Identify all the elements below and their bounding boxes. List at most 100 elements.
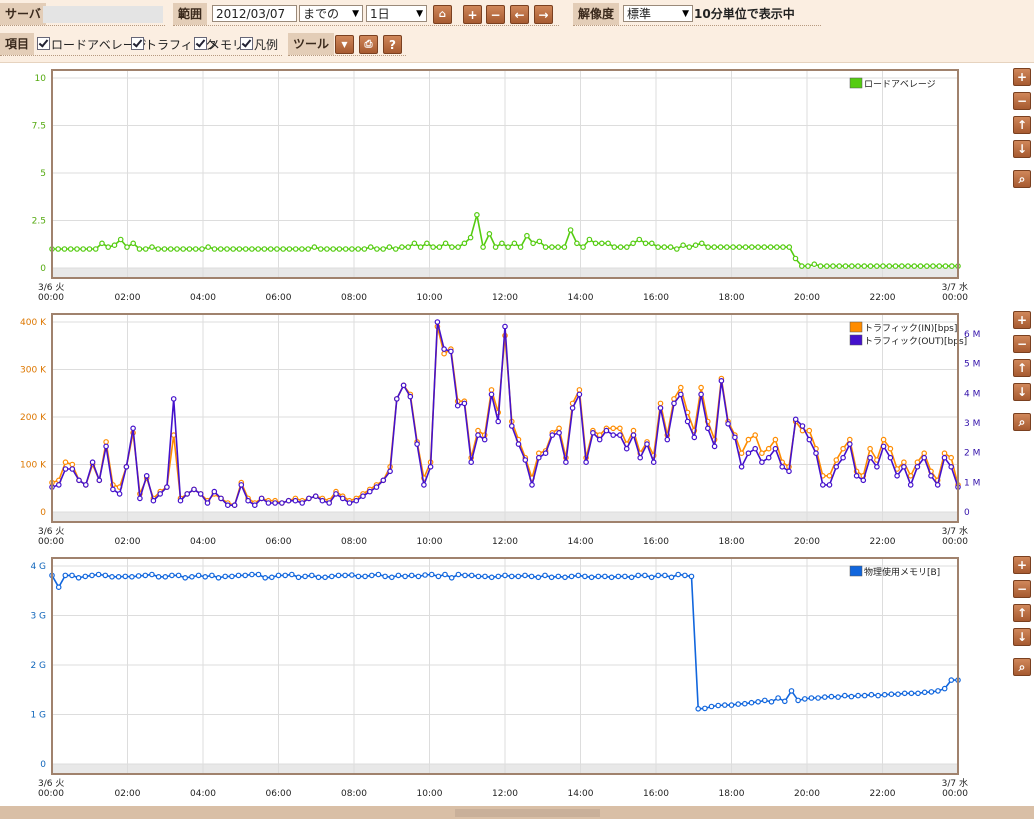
data-point (935, 688, 941, 694)
data-point (508, 423, 515, 429)
y2-tick-label: 5 M (964, 360, 980, 370)
data-point (745, 436, 752, 443)
help-button[interactable]: ? (383, 35, 402, 54)
minus-icon: − (490, 8, 501, 22)
data-point (488, 574, 495, 581)
arrow-down-side-button[interactable]: ↓ (1013, 383, 1031, 401)
data-point (795, 697, 801, 704)
data-point (704, 425, 711, 432)
arrow-up-side-button[interactable]: ↑ (1013, 359, 1031, 377)
tools-dropdown-button[interactable]: ▼ (335, 35, 354, 54)
data-point (502, 572, 508, 579)
data-point (880, 436, 887, 443)
x-tick-label: 22:00 (870, 293, 896, 303)
minus-side-button[interactable]: − (1013, 580, 1031, 598)
data-point (588, 574, 595, 581)
arrow-up-side-button[interactable]: ↑ (1013, 604, 1031, 622)
data-point (362, 573, 368, 580)
data-point (517, 244, 524, 250)
arrow-down-side-button[interactable]: ↓ (1013, 140, 1031, 158)
chevron-down-icon: ▼ (341, 40, 348, 49)
zoom-in-button[interactable]: + (463, 5, 482, 24)
data-point (495, 573, 502, 580)
plus-side-button[interactable]: + (1013, 68, 1031, 86)
y-tick-label: 10 (35, 74, 47, 84)
zoom-side-button[interactable]: ⌕ (1013, 658, 1031, 676)
checkbox-legend[interactable]: 凡例 (240, 37, 278, 53)
x-tick-label: 3/7 水 (942, 525, 968, 537)
data-point (605, 240, 611, 247)
data-point (123, 464, 130, 470)
span-select[interactable]: 1日 ▼ (366, 5, 427, 22)
x-tick-label: 00:00 (942, 789, 968, 799)
data-point (936, 263, 943, 269)
server-group: サーバ (0, 3, 165, 26)
data-point (387, 468, 393, 475)
load-average-chart[interactable]: 10 7.5 5 2.5 0 3/6 火 00:00 02:00 04:00 06:00 08:00… (0, 66, 1000, 308)
x-tick-label: 10:00 (417, 789, 443, 799)
data-point (222, 573, 229, 580)
arrow-up-side-button[interactable]: ↑ (1013, 116, 1031, 134)
zoom-out-button[interactable]: − (486, 5, 505, 24)
data-point (575, 572, 582, 579)
minus-icon: − (1016, 94, 1028, 108)
next-button[interactable]: → (534, 5, 553, 24)
data-point (948, 464, 955, 470)
data-point (615, 573, 622, 580)
data-point (556, 425, 562, 432)
data-point (735, 701, 742, 707)
plus-side-button[interactable]: + (1013, 556, 1031, 574)
data-point (292, 246, 299, 252)
legend-swatch (849, 565, 863, 577)
y-tick-label: 200 K (20, 413, 47, 423)
zoom-side-button[interactable]: ⌕ (1013, 170, 1031, 188)
arrow-down-side-button[interactable]: ↓ (1013, 628, 1031, 646)
data-point (887, 445, 894, 452)
data-point (342, 572, 348, 579)
data-point (894, 473, 900, 479)
data-point (326, 500, 333, 506)
data-point (738, 464, 745, 470)
server-name-redacted[interactable] (43, 6, 163, 23)
data-point (105, 244, 112, 250)
date-input[interactable]: 2012/03/07 (212, 5, 297, 22)
y2-tick-label: 3 M (964, 419, 980, 429)
data-point (76, 477, 82, 484)
data-point (75, 574, 82, 581)
x-tick-label: 00:00 (38, 537, 64, 547)
data-point (867, 263, 874, 269)
x-tick-label: 00:00 (38, 293, 64, 303)
data-point (705, 244, 711, 250)
memory-chart[interactable]: 4 G3 G2 G1 G 0 3/6 火 00:00 02:00 04:00 06:00 08… (0, 554, 1000, 806)
x-tick-label: 10:00 (417, 293, 443, 303)
data-point (648, 240, 655, 247)
print-button[interactable]: ⎙ (359, 35, 378, 54)
home-button[interactable]: ⌂ (433, 5, 452, 24)
x-tick-label: 04:00 (190, 537, 216, 547)
data-point (923, 263, 930, 269)
data-point (402, 573, 408, 580)
zoom-side-button[interactable]: ⌕ (1013, 413, 1031, 431)
until-select[interactable]: までの ▼ (299, 5, 363, 22)
x-tick-label: 18:00 (719, 293, 745, 303)
data-point (686, 244, 693, 250)
data-point (748, 699, 755, 706)
data-point (286, 246, 293, 252)
checkbox-memory[interactable]: メモリ (194, 37, 244, 53)
legend-label: 物理使用メモリ[B] (864, 566, 940, 578)
traffic-chart[interactable]: 400 K 300 K 200 K 100 K06 M5 M4 M3 M2 M1 M0… (0, 310, 1000, 554)
minus-side-button[interactable]: − (1013, 92, 1031, 110)
resolution-select[interactable]: 標準 ▼ (623, 5, 693, 22)
x-tick-label: 12:00 (492, 293, 518, 303)
x-tick-label: 20:00 (794, 293, 820, 303)
data-point (682, 572, 688, 579)
data-point (299, 246, 305, 252)
minus-side-button[interactable]: − (1013, 335, 1031, 353)
arrow-down-icon: ↓ (1016, 630, 1028, 644)
data-point (80, 246, 87, 252)
x-tick-label: 20:00 (794, 537, 820, 547)
data-point (217, 246, 224, 252)
data-point (867, 454, 873, 461)
prev-button[interactable]: ← (510, 5, 529, 24)
plus-side-button[interactable]: + (1013, 311, 1031, 329)
